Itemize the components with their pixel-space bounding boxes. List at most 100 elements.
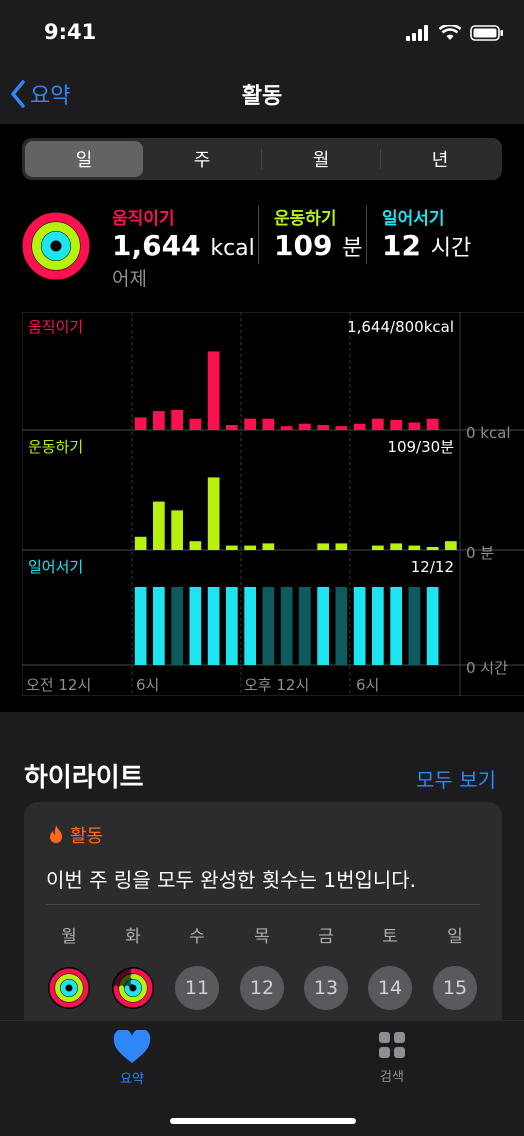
chart-series-total: 12/12 xyxy=(411,558,454,576)
move-value-unit: kcal xyxy=(210,236,255,261)
highlight-text: 이번 주 링을 모두 완성한 횟수는 1번입니다. xyxy=(46,868,417,892)
day-date-circle[interactable]: 12 xyxy=(240,966,284,1010)
chart-bar xyxy=(390,419,402,430)
chart-bar xyxy=(280,426,293,430)
tab-browse[interactable]: 검색 xyxy=(366,1030,418,1085)
chart-series-total: 109/30분 xyxy=(387,438,454,456)
stand-value: 12 시간 xyxy=(382,229,471,262)
weekday-label: 금 xyxy=(318,927,334,947)
chart-axis-label: 0 분 xyxy=(466,544,494,562)
chart-x-tick-label: 6시 xyxy=(356,676,379,694)
chart-bar xyxy=(408,545,421,550)
segment-month[interactable]: 월 xyxy=(262,141,380,177)
chart-bar xyxy=(408,587,421,665)
stand-label: 일어서기 xyxy=(382,209,445,229)
exercise-label: 운동하기 xyxy=(274,209,337,229)
summary-date: 어제 xyxy=(112,268,147,290)
chart-bar xyxy=(207,477,220,550)
chart-bar xyxy=(317,425,329,430)
chart-bar xyxy=(408,422,421,430)
cellular-signal-icon xyxy=(406,25,428,41)
battery-icon xyxy=(470,25,503,41)
chart-bar xyxy=(317,543,329,550)
chart-bar xyxy=(262,543,275,550)
chart-bar xyxy=(226,425,238,430)
tab-summary-label: 요약 xyxy=(120,1072,144,1087)
flame-icon xyxy=(50,825,62,843)
highlights-title: 하이라이트 xyxy=(24,763,144,793)
chart-bar xyxy=(207,587,220,665)
chart-bar xyxy=(299,423,311,430)
chart-bar xyxy=(426,418,439,430)
exercise-value-unit: 분 xyxy=(342,236,363,261)
chart-bar xyxy=(426,547,439,550)
chart-bar xyxy=(372,545,384,550)
chart-bar xyxy=(335,426,348,430)
page-title: 활동 xyxy=(241,84,283,109)
day-date-circle[interactable]: 13 xyxy=(304,966,348,1010)
activity-chart: 움직이기 1,644/800kcal 0 kcal 운동하기 109/30분 0 분일어서… xyxy=(22,312,524,696)
status-time: 9:41 xyxy=(44,20,97,44)
chart-bar xyxy=(299,587,311,665)
tab-browse-label: 검색 xyxy=(380,1070,404,1085)
chart-bar xyxy=(153,587,165,665)
chart-bar xyxy=(171,510,183,550)
chart-bar xyxy=(262,587,275,665)
stand-value-unit: 시간 xyxy=(430,236,472,261)
segment-day[interactable]: 일 xyxy=(25,141,143,177)
activity-rings-icon xyxy=(22,212,90,280)
chart-series-title: 움직이기 xyxy=(28,318,83,336)
highlight-card-header: 활동 xyxy=(48,822,103,848)
chart-bar xyxy=(244,418,256,430)
see-all-link[interactable]: 모두 보기 xyxy=(416,764,496,793)
exercise-value: 109 분 xyxy=(274,229,362,262)
chart-bar xyxy=(244,545,256,550)
chart-bar xyxy=(134,536,147,550)
stand-value-number: 12 xyxy=(382,229,421,262)
move-value: 1,644 kcal xyxy=(112,229,255,262)
day-rings-icon[interactable] xyxy=(47,966,91,1010)
chart-bar xyxy=(226,545,238,550)
day-date-circle[interactable]: 11 xyxy=(175,966,219,1010)
chart-bar xyxy=(171,587,183,665)
chart-bar xyxy=(244,587,256,665)
chart-axis-label: 0 kcal xyxy=(466,424,511,442)
chart-bar xyxy=(153,411,165,430)
chart-bar xyxy=(226,587,238,665)
weekday-label: 목 xyxy=(254,927,270,947)
chart-x-tick-label: 오후 12시 xyxy=(244,676,309,694)
tab-summary[interactable]: 요약 xyxy=(106,1030,158,1087)
chart-bar xyxy=(426,587,439,665)
chart-bar xyxy=(171,409,183,430)
chart-axis-label: 0 시간 xyxy=(466,659,508,677)
chart-bar xyxy=(335,543,348,550)
exercise-value-number: 109 xyxy=(274,229,333,262)
chart-series-title: 운동하기 xyxy=(28,438,83,456)
chart-bar xyxy=(372,418,384,430)
day-date-circle[interactable]: 15 xyxy=(433,966,477,1010)
chart-bar xyxy=(280,587,293,665)
move-label: 움직이기 xyxy=(112,209,175,229)
weekday-label: 토 xyxy=(382,927,398,947)
home-indicator xyxy=(170,1118,356,1124)
card-divider xyxy=(46,904,480,905)
chart-series-total: 1,644/800kcal xyxy=(347,318,454,336)
chart-x-tick-label: 오전 12시 xyxy=(26,676,91,694)
move-value-number: 1,644 xyxy=(112,229,201,262)
day-date-circle[interactable]: 14 xyxy=(368,966,412,1010)
day-rings-partial-icon[interactable] xyxy=(111,966,155,1010)
chart-bar xyxy=(189,541,202,550)
exercise-summary: 운동하기 109 분 xyxy=(274,204,362,262)
chart-bars xyxy=(134,351,457,665)
chart-bar xyxy=(153,501,165,550)
stand-summary: 일어서기 12 시간 xyxy=(382,204,471,262)
chart-x-tick-label: 6시 xyxy=(136,676,159,694)
highlight-category: 활동 xyxy=(70,826,104,847)
weekday-label: 일 xyxy=(447,927,463,947)
segment-year[interactable]: 년 xyxy=(381,141,499,177)
weekday-label: 수 xyxy=(189,927,205,947)
move-summary: 움직이기 1,644 kcal 어제 xyxy=(112,204,255,291)
chart-bar xyxy=(262,418,275,430)
segment-week[interactable]: 주 xyxy=(143,141,261,177)
heart-icon xyxy=(113,1030,151,1063)
